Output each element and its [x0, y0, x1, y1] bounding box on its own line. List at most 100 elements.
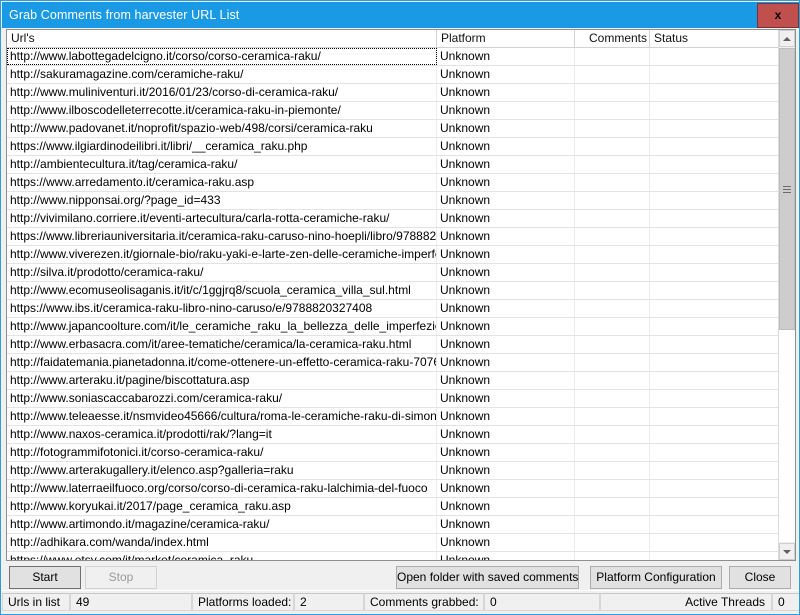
cell-platform: Unknown [437, 408, 575, 425]
cell-platform: Unknown [437, 84, 575, 101]
cell-comments [575, 480, 650, 497]
cell-url: http://www.teleaesse.it/nsmvideo45666/cu… [7, 408, 437, 425]
cell-platform: Unknown [437, 156, 575, 173]
cell-comments [575, 210, 650, 227]
cell-platform: Unknown [437, 228, 575, 245]
cell-status [650, 408, 778, 425]
table-row[interactable]: http://www.ilboscodelleterrecotte.it/cer… [7, 102, 795, 120]
cell-platform: Unknown [437, 300, 575, 317]
cell-status [650, 444, 778, 461]
cell-status [650, 192, 778, 209]
cell-comments [575, 120, 650, 137]
table-row[interactable]: http://www.padovanet.it/noprofit/spazio-… [7, 120, 795, 138]
grab-comments-window: Grab Comments from harvester URL List x … [0, 0, 800, 615]
table-row[interactable]: http://www.arterakugallery.it/elenco.asp… [7, 462, 795, 480]
cell-status [650, 300, 778, 317]
cell-status [650, 156, 778, 173]
cell-status [650, 66, 778, 83]
cell-comments [575, 498, 650, 515]
cell-comments [575, 264, 650, 281]
cell-platform: Unknown [437, 318, 575, 335]
column-header-platform[interactable]: Platform [437, 30, 575, 47]
cell-comments [575, 102, 650, 119]
cell-comments [575, 408, 650, 425]
urls-in-list-label: Urls in list [2, 593, 70, 611]
table-row[interactable]: http://www.soniascaccabarozzi.com/cerami… [7, 390, 795, 408]
table-row[interactable]: http://www.artimondo.it/magazine/ceramic… [7, 516, 795, 534]
open-folder-button[interactable]: Open folder with saved comments [396, 566, 579, 589]
table-row[interactable]: http://www.muliniventuri.it/2016/01/23/c… [7, 84, 795, 102]
scrollbar-thumb[interactable] [779, 48, 795, 330]
comments-grabbed-value: 0 [484, 593, 600, 611]
table-row[interactable]: http://www.ecomuseolisaganis.it/it/c/1gg… [7, 282, 795, 300]
table-row[interactable]: https://www.arredamento.it/ceramica-raku… [7, 174, 795, 192]
cell-platform: Unknown [437, 174, 575, 191]
active-threads-value: 0 [772, 593, 799, 611]
cell-url: http://www.ilboscodelleterrecotte.it/cer… [7, 102, 437, 119]
table-row[interactable]: http://adhikara.com/wanda/index.html Unkn… [7, 534, 795, 552]
table-row[interactable]: http://www.nipponsai.org/?page_id=433 Unk… [7, 192, 795, 210]
table-row[interactable]: http://sakuramagazine.com/ceramiche-raku… [7, 66, 795, 84]
cell-platform: Unknown [437, 102, 575, 119]
cell-status [650, 372, 778, 389]
cell-platform: Unknown [437, 246, 575, 263]
column-header-status[interactable]: Status [650, 30, 778, 47]
scroll-down-icon[interactable] [779, 543, 795, 560]
close-button[interactable]: Close [729, 566, 791, 589]
cell-comments [575, 48, 650, 65]
table-row[interactable]: http://www.labottegadelcigno.it/corso/co… [7, 48, 795, 66]
cell-comments [575, 192, 650, 209]
column-header-comments[interactable]: Comments [575, 30, 650, 47]
cell-status [650, 336, 778, 353]
table-row[interactable]: http://www.teleaesse.it/nsmvideo45666/cu… [7, 408, 795, 426]
table-row[interactable]: http://faidatemania.pianetadonna.it/come… [7, 354, 795, 372]
list-body[interactable]: http://www.labottegadelcigno.it/corso/co… [7, 48, 795, 560]
table-row[interactable]: http://www.arteraku.it/pagine/biscottatu… [7, 372, 795, 390]
scrollbar-track[interactable] [779, 330, 795, 542]
table-row[interactable]: http://www.naxos-ceramica.it/prodotti/ra… [7, 426, 795, 444]
cell-platform: Unknown [437, 192, 575, 209]
platform-configuration-button[interactable]: Platform Configuration [590, 566, 722, 589]
cell-url: https://www.ibs.it/ceramica-raku-libro-n… [7, 300, 437, 317]
cell-status [650, 102, 778, 119]
table-row[interactable]: http://silva.it/prodotto/ceramica-raku/U… [7, 264, 795, 282]
table-row[interactable]: https://www.ibs.it/ceramica-raku-libro-n… [7, 300, 795, 318]
table-row[interactable]: http://www.koryukai.it/2017/page_ceramic… [7, 498, 795, 516]
table-row[interactable]: http://ambientecultura.it/tag/ceramica-r… [7, 156, 795, 174]
table-row[interactable]: https://www.libreriauniversitaria.it/cer… [7, 228, 795, 246]
cell-platform: Unknown [437, 210, 575, 227]
cell-status [650, 354, 778, 371]
cell-url: http://faidatemania.pianetadonna.it/come… [7, 354, 437, 371]
cell-url: http://silva.it/prodotto/ceramica-raku/ [7, 264, 437, 281]
table-row[interactable]: https://www.etsy.com/it/market/ceramica_… [7, 552, 795, 560]
start-button[interactable]: Start [9, 566, 81, 589]
cell-platform: Unknown [437, 462, 575, 479]
stop-button[interactable]: Stop [85, 566, 157, 589]
cell-status [650, 48, 778, 65]
table-row[interactable]: http://fotogrammifotonici.it/corso-ceram… [7, 444, 795, 462]
cell-comments [575, 462, 650, 479]
cell-url: http://www.padovanet.it/noprofit/spazio-… [7, 120, 437, 137]
scroll-up-icon[interactable] [779, 30, 795, 47]
cell-url: http://sakuramagazine.com/ceramiche-raku… [7, 66, 437, 83]
table-row[interactable]: http://www.japancoolture.com/it/le_ceram… [7, 318, 795, 336]
cell-status [650, 390, 778, 407]
table-row[interactable]: http://www.erbasacra.com/it/aree-tematic… [7, 336, 795, 354]
window-title: Grab Comments from harvester URL List [9, 8, 240, 22]
column-header-urls[interactable]: Url's [7, 30, 437, 47]
window-titlebar[interactable]: Grab Comments from harvester URL List x [2, 2, 799, 28]
close-icon[interactable]: x [757, 2, 799, 28]
cell-url: http://www.labottegadelcigno.it/corso/co… [7, 48, 437, 65]
table-row[interactable]: http://vivimilano.corriere.it/eventi-art… [7, 210, 795, 228]
cell-status [650, 246, 778, 263]
vertical-scrollbar[interactable] [778, 30, 795, 560]
table-row[interactable]: http://www.viverezen.it/giornale-bio/rak… [7, 246, 795, 264]
cell-comments [575, 336, 650, 353]
cell-comments [575, 156, 650, 173]
table-row[interactable]: https://www.ilgiardinodeilibri.it/libri/… [7, 138, 795, 156]
cell-platform: Unknown [437, 354, 575, 371]
cell-url: http://www.laterraeilfuoco.org/corso/cor… [7, 480, 437, 497]
url-list-view[interactable]: Url's Platform Comments Status http://ww… [6, 29, 796, 561]
cell-url: http://www.soniascaccabarozzi.com/cerami… [7, 390, 437, 407]
table-row[interactable]: http://www.laterraeilfuoco.org/corso/cor… [7, 480, 795, 498]
